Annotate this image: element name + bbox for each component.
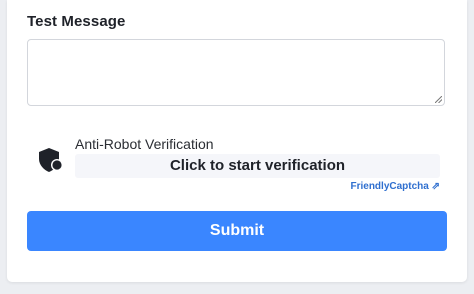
submit-button[interactable]: Submit [27, 211, 447, 251]
resize-handle-icon[interactable] [435, 96, 442, 103]
start-verification-button[interactable]: Click to start verification [75, 154, 440, 178]
test-message-textarea[interactable] [27, 39, 445, 106]
friendlycaptcha-link[interactable]: FriendlyCaptcha ⇗ [350, 181, 440, 192]
test-message-label: Test Message [27, 13, 126, 30]
shield-icon [39, 148, 63, 172]
captcha-title: Anti-Robot Verification [75, 136, 214, 152]
captcha-widget: Anti-Robot Verification Click to start v… [27, 130, 447, 196]
form-card: Test Message Anti-Robot Verification Cli… [7, 0, 467, 282]
